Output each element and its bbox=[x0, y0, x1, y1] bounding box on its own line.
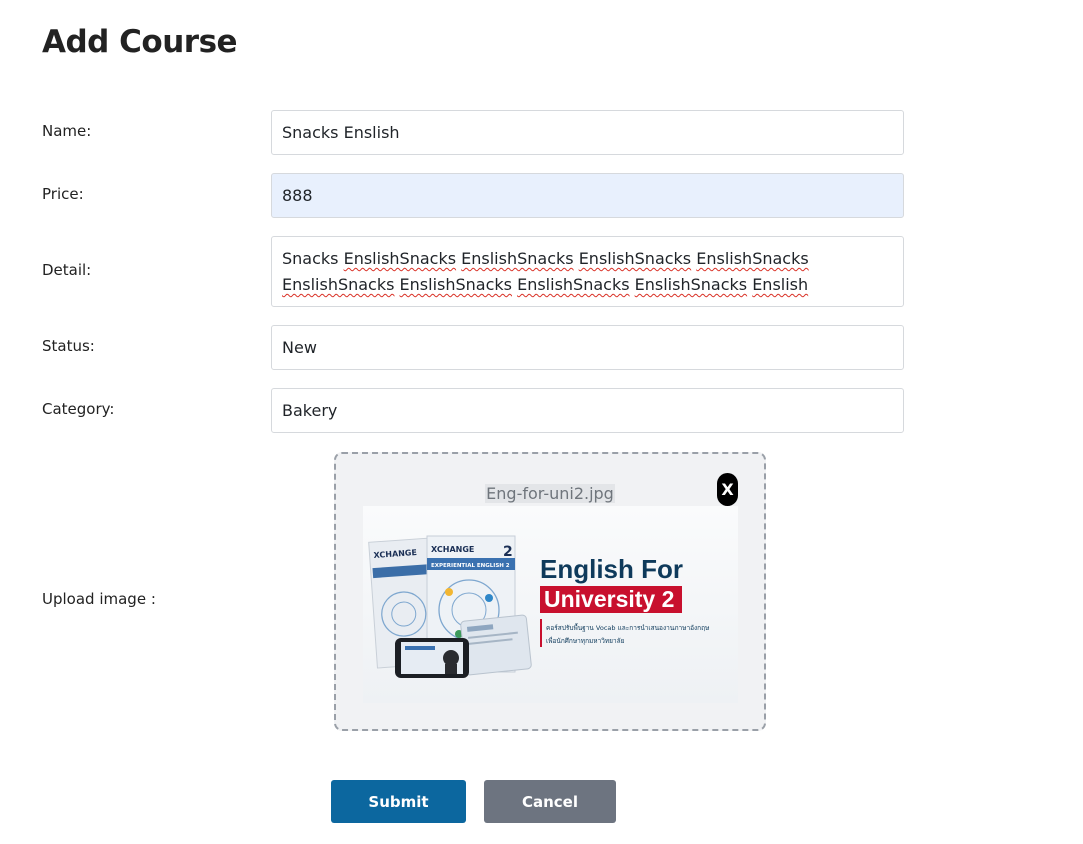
category-input[interactable] bbox=[271, 388, 904, 433]
detail-word: Snacks bbox=[282, 249, 339, 268]
detail-textarea[interactable]: Snacks EnslishSnacks EnslishSnacks Ensli… bbox=[271, 236, 904, 307]
detail-word: EnslishSnacks bbox=[399, 275, 512, 294]
phone-mockup bbox=[395, 638, 469, 678]
banner-heading-line2: University 2 bbox=[544, 586, 674, 612]
book-number: 2 bbox=[503, 544, 513, 560]
add-course-page: Add Course Name: Price: Detail: Snacks E… bbox=[0, 0, 1083, 844]
name-input[interactable] bbox=[271, 110, 904, 155]
banner-thai-line1: คอร์สปรับพื้นฐาน Vocab และการนำเสนองานภา… bbox=[546, 623, 710, 632]
category-row: Category: bbox=[42, 388, 906, 433]
status-input[interactable] bbox=[271, 325, 904, 370]
banner-accent-bar bbox=[540, 619, 542, 647]
detail-word: EnslishSnacks bbox=[578, 249, 692, 268]
detail-word: EnslishSnacks bbox=[696, 249, 809, 268]
detail-word: EnslishSnacks bbox=[282, 275, 395, 294]
image-preview: XCHANGE XCHANGE 2 EXPERIENTIAL ENGLISH 2 bbox=[363, 506, 738, 703]
banner-heading-line1: English For bbox=[540, 554, 683, 584]
submit-button[interactable]: Submit bbox=[331, 780, 466, 823]
detail-label: Detail: bbox=[42, 261, 92, 279]
detail-word: EnslishSnacks bbox=[461, 249, 574, 268]
book-title: EXPERIENTIAL ENGLISH 2 bbox=[431, 563, 510, 569]
remove-image-button[interactable]: X bbox=[717, 473, 738, 506]
detail-word: EnslishSnacks bbox=[517, 275, 630, 294]
detail-word: EnslishSnacks bbox=[634, 275, 748, 294]
brand-text: XCHANGE bbox=[431, 545, 474, 554]
status-label: Status: bbox=[42, 337, 95, 355]
course-banner-image: XCHANGE XCHANGE 2 EXPERIENTIAL ENGLISH 2 bbox=[368, 535, 710, 678]
status-row: Status: bbox=[42, 325, 906, 370]
name-label: Name: bbox=[42, 122, 92, 140]
price-input[interactable] bbox=[271, 173, 904, 218]
upload-label: Upload image : bbox=[42, 590, 156, 608]
price-label: Price: bbox=[42, 185, 84, 203]
image-dropzone[interactable]: Eng-for-uni2.jpg X XCHANGE XCHANGE 2 EXP… bbox=[334, 452, 766, 731]
course-card bbox=[460, 614, 532, 676]
name-row: Name: bbox=[42, 110, 906, 155]
detail-row: Detail: Snacks EnslishSnacks EnslishSnac… bbox=[42, 236, 906, 307]
detail-word: EnslishSnacks bbox=[343, 249, 457, 268]
cancel-button[interactable]: Cancel bbox=[484, 780, 616, 823]
detail-word: Enslish bbox=[752, 275, 809, 294]
file-name: Eng-for-uni2.jpg bbox=[485, 484, 615, 503]
category-label: Category: bbox=[42, 400, 115, 418]
price-row: Price: bbox=[42, 173, 906, 218]
page-title: Add Course bbox=[42, 24, 238, 60]
banner-thai-line2: เพื่อนักศึกษาทุกมหาวิทยาลัย bbox=[546, 636, 625, 645]
